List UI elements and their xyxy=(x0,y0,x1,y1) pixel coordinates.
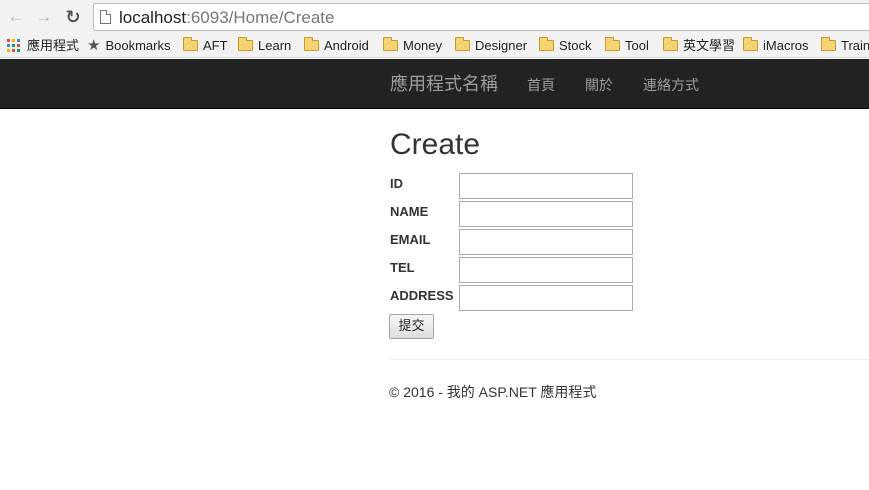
footer-copyright: © 2016 - 我的 ASP.NET 應用程式 xyxy=(389,384,597,400)
bookmark-label: Stock xyxy=(559,38,592,53)
bookmark-folder-tool[interactable]: Tool xyxy=(605,37,649,55)
email-input[interactable] xyxy=(459,229,633,255)
tel-input[interactable] xyxy=(459,257,633,283)
bookmark-label: AFT xyxy=(203,38,228,53)
bookmark-folder-stock[interactable]: Stock xyxy=(539,37,592,55)
nav-link-contact[interactable]: 連絡方式 xyxy=(643,76,699,94)
bookmark-folder-android[interactable]: Android xyxy=(304,37,369,55)
url-text: localhost:6093/Home/Create xyxy=(119,8,334,28)
address-bar[interactable]: localhost:6093/Home/Create xyxy=(93,3,869,31)
nav-link-about[interactable]: 關於 xyxy=(585,76,613,94)
forward-arrow-icon[interactable]: → xyxy=(33,6,55,28)
bookmark-folder-learn[interactable]: Learn xyxy=(238,37,291,55)
bookmark-folder-designer[interactable]: Designer xyxy=(455,37,527,55)
bookmark-bookmarks[interactable]: ★ Bookmarks xyxy=(87,37,170,55)
bookmark-folder-aft[interactable]: AFT xyxy=(183,37,228,55)
folder-icon xyxy=(383,37,398,51)
navbar-brand[interactable]: 應用程式名稱 xyxy=(390,73,498,95)
folder-icon xyxy=(743,37,758,51)
folder-icon xyxy=(539,37,554,51)
bookmark-label: Train xyxy=(841,38,869,53)
submit-button[interactable]: 提交 xyxy=(389,314,434,339)
bookmarks-bar: 應用程式 ★ Bookmarks AFT Learn Android Money … xyxy=(0,33,869,58)
name-input[interactable] xyxy=(459,201,633,227)
id-label: ID xyxy=(390,176,403,191)
bookmark-folder-imacros[interactable]: iMacros xyxy=(743,37,809,55)
name-label: NAME xyxy=(390,204,429,219)
bookmark-label: iMacros xyxy=(763,38,809,53)
folder-icon xyxy=(183,37,198,51)
address-input[interactable] xyxy=(459,285,633,311)
folder-icon xyxy=(238,37,253,51)
bookmark-label: Learn xyxy=(258,38,292,53)
site-navbar: 應用程式名稱 首頁 關於 連絡方式 xyxy=(0,59,869,109)
apps-grid-icon xyxy=(7,39,20,52)
nav-link-home[interactable]: 首頁 xyxy=(527,76,555,94)
tel-label: TEL xyxy=(390,260,415,275)
bookmark-label: Android xyxy=(324,38,369,53)
bookmark-folder-money[interactable]: Money xyxy=(383,37,442,55)
address-label: ADDRESS xyxy=(390,288,454,303)
id-input[interactable] xyxy=(459,173,633,199)
bookmark-label: Money xyxy=(403,38,443,53)
bookmark-label: Bookmarks xyxy=(105,38,171,53)
bookmark-apps[interactable]: 應用程式 xyxy=(7,37,79,55)
back-arrow-icon[interactable]: ← xyxy=(5,6,27,28)
email-label: EMAIL xyxy=(390,232,431,247)
reload-icon[interactable]: ↻ xyxy=(62,6,84,28)
folder-icon xyxy=(821,37,836,51)
folder-icon xyxy=(304,37,319,51)
folder-icon xyxy=(455,37,470,51)
bookmark-folder-train[interactable]: Train xyxy=(821,37,869,55)
bookmark-label: 英文學習 xyxy=(683,38,736,53)
star-icon: ★ xyxy=(87,37,101,54)
page-title: Create xyxy=(390,128,481,161)
browser-toolbar: ← → ↻ localhost:6093/Home/Create xyxy=(0,0,869,33)
folder-icon xyxy=(605,37,620,51)
url-path: :6093/Home/Create xyxy=(186,8,335,27)
bookmark-label: Designer xyxy=(475,38,528,53)
url-host: localhost xyxy=(119,8,187,27)
bookmark-label: Tool xyxy=(625,38,649,53)
bookmark-label: 應用程式 xyxy=(27,38,80,53)
folder-icon xyxy=(663,37,678,51)
footer-divider xyxy=(389,359,869,360)
page-icon xyxy=(100,10,111,24)
bookmark-folder-english[interactable]: 英文學習 xyxy=(663,37,735,55)
